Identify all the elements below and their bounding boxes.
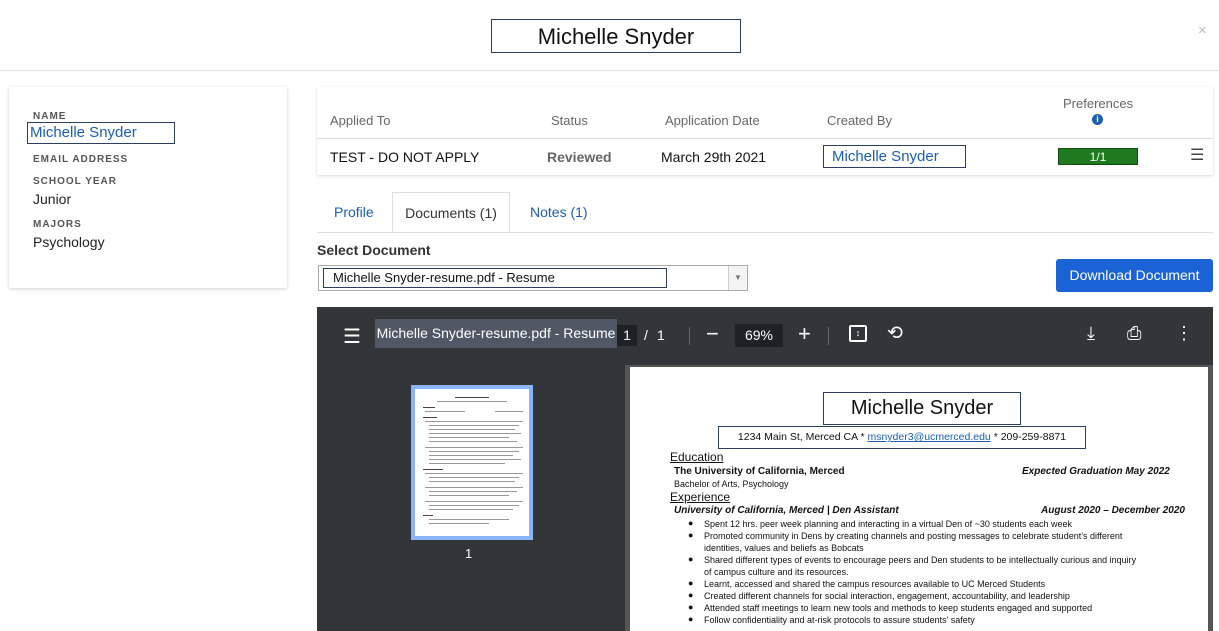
school-year-label: SCHOOL YEAR [33, 176, 117, 187]
created-by-link[interactable]: Michelle Snyder [823, 145, 966, 168]
select-document-label: Select Document [317, 242, 431, 258]
fit-page-icon[interactable]: ↕ [849, 325, 867, 342]
tabs-divider [317, 232, 1213, 233]
majors-label: MAJORS [33, 219, 82, 230]
resume-phone: * 209-259-8871 [990, 431, 1067, 443]
student-info-card: NAME Michelle Snyder EMAIL ADDRESS SCHOO… [9, 87, 287, 288]
job-title: University of California, Merced | Den A… [674, 505, 899, 516]
application-table: Applied To Status Application Date Creat… [317, 87, 1213, 175]
school-name: The University of California, Merced [674, 466, 845, 477]
school-year-value: Junior [33, 191, 72, 207]
header-status: Status [551, 113, 588, 128]
document-select-value: Michelle Snyder-resume.pdf - Resume [323, 268, 667, 288]
page-number-input[interactable]: 1 [617, 325, 637, 346]
thumbnail-page-number: 1 [465, 546, 473, 561]
zoom-level-input[interactable]: 69% [735, 324, 783, 347]
status-value: Reviewed [547, 149, 612, 165]
resume-email-link[interactable]: msnyder3@ucmerced.edu [867, 431, 990, 443]
tab-profile[interactable]: Profile [334, 192, 374, 232]
tab-documents[interactable]: Documents (1) [392, 192, 510, 232]
experience-heading: Experience [670, 490, 731, 504]
preferences-badge: 1/1 [1058, 148, 1138, 165]
majors-value: Psychology [33, 234, 105, 250]
pdf-toolbar: ☰ Michelle Snyder-resume.pdf - Resume 1 … [317, 307, 1213, 365]
chevron-down-icon[interactable]: ▼ [728, 266, 747, 290]
graduation-date: Expected Graduation May 2022 [1022, 466, 1170, 477]
resume-name: Michelle Snyder [823, 392, 1021, 425]
more-options-icon[interactable]: ⋮ [1175, 323, 1193, 344]
document-select[interactable]: Michelle Snyder-resume.pdf - Resume ▼ [318, 265, 748, 291]
info-icon[interactable]: i [1092, 114, 1103, 125]
row-divider [317, 138, 1213, 139]
header-divider [0, 70, 1219, 71]
header-preferences: Preferences [1063, 96, 1134, 111]
print-icon[interactable]: ⎙ [1127, 323, 1141, 344]
page-thumbnail[interactable] [411, 385, 533, 540]
hamburger-menu-icon[interactable]: ☰ [1190, 145, 1204, 165]
header-applied-to: Applied To [330, 113, 391, 128]
modal-title: Michelle Snyder [491, 19, 741, 53]
pdf-title: Michelle Snyder-resume.pdf - Resume [375, 319, 617, 348]
job-bullet: Created different channels for social in… [704, 591, 1070, 601]
total-pages: 1 [657, 327, 665, 343]
zoom-in-icon[interactable]: + [798, 321, 811, 347]
resume-contact: 1234 Main St, Merced CA * msnyder3@ucmer… [718, 426, 1086, 449]
toolbar-divider [689, 327, 690, 345]
resume-address: 1234 Main St, Merced CA * [737, 431, 868, 443]
header-created-by: Created By [827, 113, 893, 128]
applied-to-value: TEST - DO NOT APPLY [330, 149, 480, 165]
job-bullet: Attended staff meetings to learn new too… [704, 603, 1093, 613]
close-icon[interactable]: × [1198, 22, 1207, 39]
student-name: Michelle Snyder [27, 122, 175, 144]
name-label: NAME [33, 111, 67, 122]
rotate-icon[interactable]: ⟲ [887, 322, 903, 345]
header-application-date: Application Date [665, 113, 760, 128]
email-label: EMAIL ADDRESS [33, 154, 129, 165]
menu-icon[interactable]: ☰ [343, 324, 361, 349]
pdf-page: Michelle Snyder 1234 Main St, Merced CA … [630, 367, 1208, 631]
job-bullet: Promoted community in Dens by creating c… [704, 531, 1123, 553]
job-bullet: Shared different types of events to enco… [704, 555, 1137, 577]
download-document-button[interactable]: Download Document [1056, 259, 1213, 292]
thumbnail-pane: 1 [317, 365, 625, 631]
zoom-out-icon[interactable]: − [706, 321, 719, 347]
education-heading: Education [670, 450, 724, 464]
pdf-viewer: ☰ Michelle Snyder-resume.pdf - Resume 1 … [317, 307, 1213, 631]
page-separator: / [644, 327, 648, 343]
job-dates: August 2020 – December 2020 [1041, 505, 1185, 516]
tab-notes[interactable]: Notes (1) [530, 192, 588, 232]
degree: Bachelor of Arts, Psychology [674, 479, 789, 489]
application-date-value: March 29th 2021 [661, 149, 767, 165]
thumbnail-page [415, 389, 529, 536]
download-icon[interactable]: ⤓ [1087, 323, 1095, 344]
job-bullet: Spent 12 hrs. peer week planning and int… [704, 519, 1072, 529]
job-bullet: Learnt, accessed and shared the campus r… [704, 579, 1046, 589]
toolbar-divider [828, 327, 829, 345]
job-bullet: Follow confidentiality and at-risk proto… [704, 615, 975, 625]
